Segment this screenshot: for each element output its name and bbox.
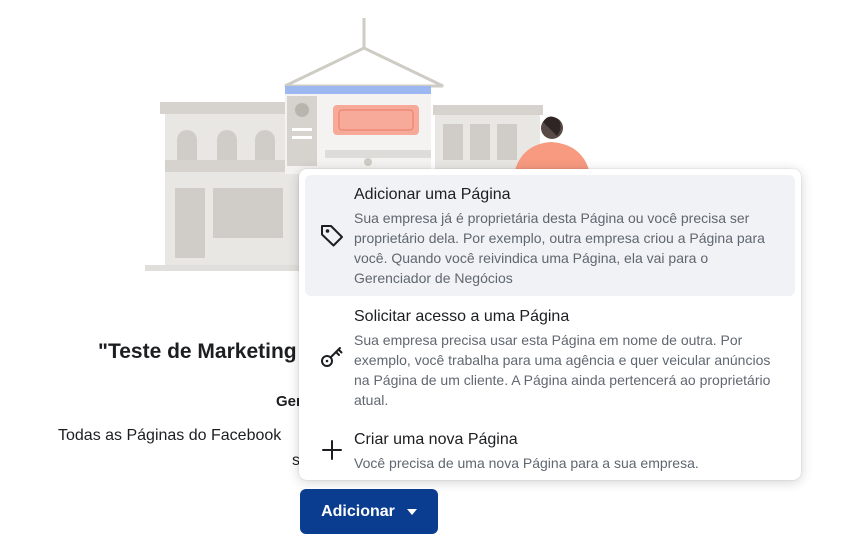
menu-item-title: Criar uma nova Página xyxy=(354,431,518,448)
add-page-dropdown-menu: Adicionar uma Página Sua empresa já é pr… xyxy=(299,169,801,480)
page-subtitle: Ger xyxy=(276,393,302,410)
plus-icon xyxy=(322,440,342,460)
key-icon xyxy=(321,347,343,367)
menu-item-title: Solicitar acesso a uma Página xyxy=(354,308,570,325)
menu-item-description: Você precisa de uma nova Página para a s… xyxy=(354,455,699,471)
add-button[interactable]: Adicionar xyxy=(300,489,438,534)
business-manager-page: "Teste de Marketing Ger Todas as Páginas… xyxy=(0,0,842,557)
tag-icon xyxy=(321,225,343,247)
menu-item-create-page[interactable]: Criar uma nova Página Você precisa de um… xyxy=(305,420,795,476)
menu-item-request-access[interactable]: Solicitar acesso a uma Página Sua empres… xyxy=(305,297,795,415)
caret-down-icon xyxy=(406,509,417,515)
menu-item-description: Sua empresa já é proprietária desta Pági… xyxy=(354,210,765,286)
menu-item-title: Adicionar uma Página xyxy=(354,186,511,203)
page-description: Todas as Páginas do Facebook xyxy=(58,427,282,444)
add-button-label: Adicionar xyxy=(321,502,395,520)
page-title: "Teste de Marketing xyxy=(98,340,297,363)
menu-item-add-page[interactable]: Adicionar uma Página Sua empresa já é pr… xyxy=(305,175,795,296)
menu-item-description: Sua empresa precisa usar esta Página em … xyxy=(354,332,771,408)
